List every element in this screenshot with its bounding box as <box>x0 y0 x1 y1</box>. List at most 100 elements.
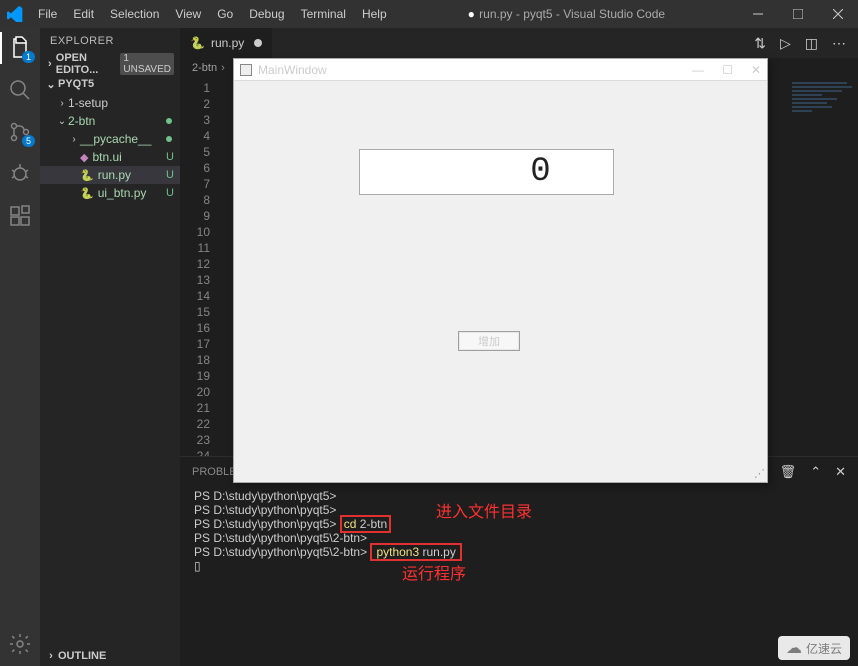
git-status-u: U <box>166 151 174 163</box>
window-title-text: run.py - pyqt5 - Visual Studio Code <box>479 7 665 21</box>
menu-edit[interactable]: Edit <box>65 7 102 21</box>
chevron-right-icon: › <box>44 650 58 662</box>
scm-badge: 5 <box>22 135 35 147</box>
window-close-button[interactable] <box>818 0 858 28</box>
more-icon[interactable]: ⋯ <box>832 35 846 52</box>
settings-gear-icon[interactable] <box>8 632 32 656</box>
window-title: ● run.py - pyqt5 - Visual Studio Code <box>395 7 738 21</box>
breadcrumb-item[interactable]: 2-btn <box>192 62 217 74</box>
folder-label: 1-setup <box>68 96 108 110</box>
pyqt-main-window: MainWindow — ☐ ✕ 0 增加 ⋰ <box>233 58 768 483</box>
menu-file[interactable]: File <box>30 7 65 21</box>
cloud-icon: ☁ <box>786 638 802 658</box>
window-minimize-button[interactable] <box>738 0 778 28</box>
line-num: 13 <box>180 272 210 288</box>
menu-view[interactable]: View <box>167 7 209 21</box>
search-icon[interactable] <box>8 78 32 102</box>
chevron-right-icon: › <box>56 98 68 109</box>
git-status-u: U <box>166 169 174 181</box>
vscode-logo-icon <box>0 6 30 22</box>
line-num: 14 <box>180 288 210 304</box>
open-editors-label: OPEN EDITO... <box>56 52 121 76</box>
run-icon[interactable]: ▷ <box>780 35 791 52</box>
line-num: 5 <box>180 144 210 160</box>
chevron-right-icon: › <box>44 58 56 70</box>
source-control-icon[interactable]: 5 <box>8 120 32 144</box>
explorer-icon[interactable]: 1 <box>8 36 32 60</box>
folder-2-btn[interactable]: ⌄2-btn <box>40 112 180 130</box>
explorer-badge: 1 <box>22 51 35 63</box>
menu-help[interactable]: Help <box>354 7 395 21</box>
chevron-up-icon[interactable]: ⌃ <box>810 464 821 480</box>
tab-run-py[interactable]: 🐍 run.py <box>180 28 273 58</box>
watermark: ☁ 亿速云 <box>778 636 850 660</box>
menu-go[interactable]: Go <box>209 7 241 21</box>
debug-icon[interactable] <box>8 162 32 186</box>
pyqt-minimize-button[interactable]: — <box>692 63 704 77</box>
line-num: 22 <box>180 416 210 432</box>
activity-bar: 1 5 <box>0 28 40 666</box>
outline-section[interactable]: › OUTLINE <box>40 646 180 666</box>
line-gutter: 1 2 3 4 5 6 7 8 9 10 11 12 13 14 15 16 1… <box>180 78 222 456</box>
menu-debug[interactable]: Debug <box>241 7 292 21</box>
terminal-cursor: ▯ <box>194 559 844 573</box>
extensions-icon[interactable] <box>8 204 32 228</box>
line-num: 4 <box>180 128 210 144</box>
pyqt-app-icon <box>240 64 252 76</box>
increment-button[interactable]: 增加 <box>458 331 520 351</box>
line-num: 19 <box>180 368 210 384</box>
folder-1-setup[interactable]: ›1-setup <box>40 94 180 112</box>
pyqt-titlebar[interactable]: MainWindow — ☐ ✕ <box>234 59 767 81</box>
open-editors-section[interactable]: › OPEN EDITO... 1 UNSAVED <box>40 54 180 74</box>
split-editor-icon[interactable]: ◫ <box>805 35 818 52</box>
python-file-icon: 🐍 <box>80 169 94 182</box>
panel: PROBLEM 🗑 ⌃ ✕ PS D:\study\python\pyqt5> … <box>180 456 858 666</box>
git-status-u: U <box>166 187 174 199</box>
resize-grip-icon[interactable]: ⋰ <box>754 467 765 480</box>
pyqt-close-button[interactable]: ✕ <box>751 63 761 77</box>
cmd-python: python3 run.py <box>370 543 461 561</box>
line-num: 24 <box>180 448 210 456</box>
chevron-down-icon: ⌄ <box>44 78 58 91</box>
minimap[interactable] <box>788 78 858 456</box>
menu-selection[interactable]: Selection <box>102 7 167 21</box>
file-ui-btn-py[interactable]: 🐍ui_btn.pyU <box>40 184 180 202</box>
pyqt-maximize-button[interactable]: ☐ <box>722 63 733 77</box>
chevron-right-icon: › <box>68 134 80 145</box>
sidebar-title: EXPLORER <box>40 28 180 54</box>
trash-icon[interactable]: 🗑 <box>780 464 797 480</box>
file-tree: ›1-setup ⌄2-btn ›__pycache__ ◆btn.uiU 🐍r… <box>40 94 180 202</box>
window-maximize-button[interactable] <box>778 0 818 28</box>
watermark-text: 亿速云 <box>806 640 842 657</box>
outline-label: OUTLINE <box>58 650 106 662</box>
python-file-icon: 🐍 <box>190 36 205 50</box>
lcd-value: 0 <box>530 153 550 191</box>
annotation-run-program: 运行程序 <box>402 560 466 584</box>
line-num: 11 <box>180 240 210 256</box>
line-num: 2 <box>180 96 210 112</box>
file-label: btn.ui <box>92 150 121 164</box>
folder-label: __pycache__ <box>80 132 151 146</box>
folder-label: 2-btn <box>68 114 95 128</box>
modified-dot-icon: ● <box>468 7 475 21</box>
line-num: 21 <box>180 400 210 416</box>
modified-dot-icon <box>254 39 262 47</box>
titlebar: File Edit Selection View Go Debug Termin… <box>0 0 858 28</box>
line-num: 12 <box>180 256 210 272</box>
line-num: 17 <box>180 336 210 352</box>
tab-bar: 🐍 run.py ⇅ ▷ ◫ ⋯ <box>180 28 858 58</box>
terminal-line: PS D:\study\python\pyqt5\2-btn> <box>194 531 844 545</box>
file-btn-ui[interactable]: ◆btn.uiU <box>40 148 180 166</box>
folder-pycache[interactable]: ›__pycache__ <box>40 130 180 148</box>
line-num: 6 <box>180 160 210 176</box>
menu-terminal[interactable]: Terminal <box>293 7 354 21</box>
annotation-enter-dir: 进入文件目录 <box>436 498 532 522</box>
file-run-py[interactable]: 🐍run.pyU <box>40 166 180 184</box>
close-icon[interactable]: ✕ <box>835 464 846 480</box>
workspace-root[interactable]: ⌄ PYQT5 <box>40 74 180 94</box>
compare-icon[interactable]: ⇅ <box>754 35 766 52</box>
root-label: PYQT5 <box>58 78 94 90</box>
line-num: 23 <box>180 432 210 448</box>
file-label: ui_btn.py <box>98 186 147 200</box>
terminal-line: PS D:\study\python\pyqt5\2-btn> python3 … <box>194 545 844 559</box>
